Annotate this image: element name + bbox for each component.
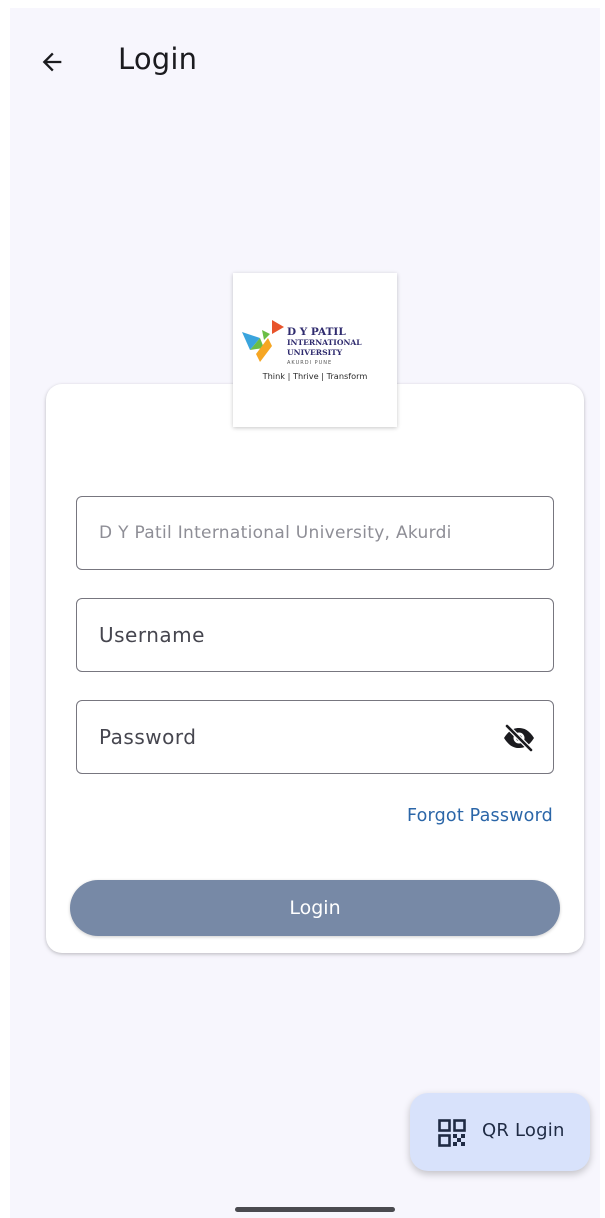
- arrow-back-icon: [42, 52, 62, 72]
- logo-text-line1: D Y PATIL: [287, 326, 346, 338]
- logo-tagline: Think | Thrive | Transform: [262, 371, 368, 381]
- app-bar: Login: [10, 8, 600, 112]
- organization-input[interactable]: [99, 497, 479, 569]
- page-title: Login: [118, 42, 198, 76]
- username-input[interactable]: [99, 599, 479, 671]
- qr-code-icon: [438, 1119, 466, 1147]
- login-screen: Login D Y PATIL INTERNATIONAL UNIVERSITY…: [10, 8, 600, 1218]
- logo-text-line2: INTERNATIONAL: [287, 338, 362, 347]
- organization-field[interactable]: [76, 496, 554, 570]
- password-field[interactable]: [76, 700, 554, 774]
- back-button[interactable]: [32, 42, 72, 82]
- home-indicator: [235, 1207, 395, 1212]
- password-input[interactable]: [99, 701, 479, 773]
- logo-text-line4: AKURDI PUNE: [287, 360, 333, 366]
- logo-text-line3: UNIVERSITY: [287, 348, 343, 357]
- university-logo: D Y PATIL INTERNATIONAL UNIVERSITY AKURD…: [233, 273, 397, 427]
- username-field[interactable]: [76, 598, 554, 672]
- qr-login-label: QR Login: [482, 1120, 565, 1141]
- password-visibility-toggle[interactable]: [501, 723, 537, 753]
- login-button[interactable]: Login: [70, 880, 560, 936]
- logo-mark-icon: [242, 320, 284, 362]
- forgot-password-link[interactable]: Forgot Password: [407, 806, 553, 826]
- qr-login-button[interactable]: QR Login: [410, 1093, 590, 1171]
- eye-off-icon: [504, 723, 534, 753]
